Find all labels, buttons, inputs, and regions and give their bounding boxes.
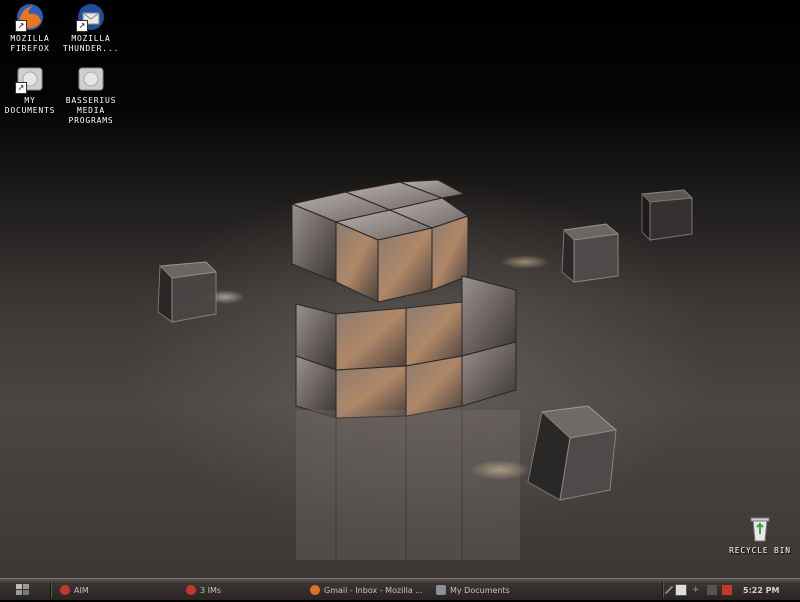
taskbar-separator (50, 582, 52, 598)
clock[interactable]: 5:22 PM (743, 586, 780, 595)
taskbar-separator (662, 582, 664, 598)
folder-icon (76, 64, 106, 94)
taskbar-button-label: My Documents (450, 585, 510, 595)
recycle-bin-icon (745, 514, 775, 544)
glass-cube (561, 223, 620, 284)
start-button[interactable] (6, 582, 42, 598)
thunderbird-icon: ↗ (76, 2, 106, 32)
glass-cube (640, 189, 694, 242)
desktop-icon-basserius-media-programs[interactable]: Basserius Media Programs (59, 64, 123, 126)
glass-cube (527, 405, 618, 501)
icon-label: Programs (68, 116, 114, 125)
cube-reflection (296, 410, 520, 560)
taskbar-button-label: Gmail - Inbox - Mozilla ... (324, 585, 422, 595)
metal-cube (290, 180, 517, 419)
glass-cube (157, 261, 218, 323)
plus-icon[interactable]: + (692, 585, 702, 595)
aim-icon[interactable] (722, 585, 732, 595)
taskbar-button-my-documents[interactable]: My Documents (436, 582, 546, 598)
firefox-icon (310, 585, 320, 595)
desktop-icon-firefox[interactable]: ↗ Mozilla Firefox (0, 2, 62, 54)
icon-label: Documents (4, 106, 56, 115)
windows-logo-icon (16, 584, 29, 595)
taskbar-button-label: 3 IMs (200, 585, 222, 595)
folder-icon: ↗ (15, 64, 45, 94)
icon-label: Firefox (10, 44, 50, 53)
desktop-icon-recycle-bin[interactable]: Recycle Bin (728, 514, 792, 556)
taskbar-button-aim[interactable]: AIM (60, 582, 170, 598)
aim-icon (60, 585, 70, 595)
taskbar-button-label: AIM (74, 585, 89, 595)
volume-icon[interactable] (707, 585, 717, 595)
icon-label: My (24, 96, 36, 105)
taskbar-button-gmail-firefox[interactable]: Gmail - Inbox - Mozilla ... (310, 582, 422, 598)
desktop-icon-my-documents[interactable]: ↗ My Documents (0, 64, 62, 116)
desktop-icon-thunderbird[interactable]: ↗ Mozilla Thunder... (59, 2, 123, 54)
icon-label: Mozilla (71, 34, 111, 43)
taskbar: AIM 3 IMs Gmail - Inbox - Mozilla ... My… (0, 578, 800, 600)
icon-label: Recycle Bin (729, 546, 791, 555)
taskbar-button-ims[interactable]: 3 IMs (186, 582, 296, 598)
icon-label: Media (76, 106, 106, 115)
network-icon[interactable] (675, 584, 687, 596)
icon-label: Thunder... (62, 44, 120, 53)
firefox-icon: ↗ (15, 2, 45, 32)
system-tray: + 5:22 PM (664, 581, 798, 599)
icon-label: Basserius (65, 96, 117, 105)
pen-tool-icon[interactable] (664, 585, 674, 595)
folder-icon (436, 585, 446, 595)
icon-label: Mozilla (10, 34, 50, 43)
aim-icon (186, 585, 196, 595)
